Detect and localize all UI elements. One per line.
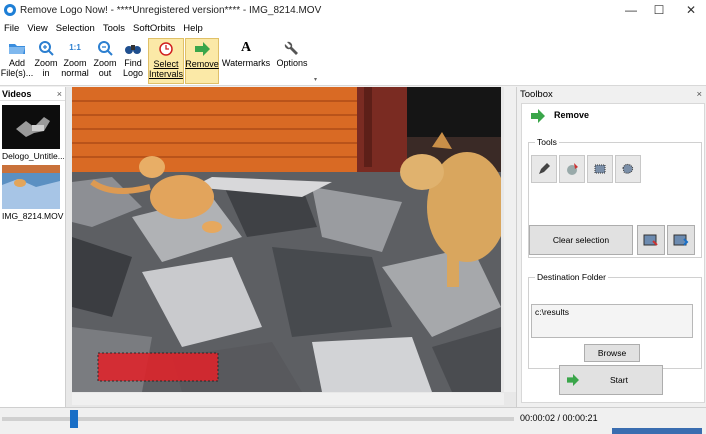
window-title: Remove Logo Now! - ****Unregistered vers…	[20, 4, 322, 16]
start-button[interactable]: Start	[559, 365, 663, 395]
taskbar-strip	[612, 428, 702, 434]
toolbox-header: Toolbox ×	[517, 87, 706, 101]
timeline-bar: 00:00:02 / 00:00:21	[0, 407, 706, 434]
pen-tool-button[interactable]	[531, 155, 557, 183]
folder-open-icon	[9, 44, 25, 54]
watermarks-button[interactable]: A Watermarks	[222, 38, 270, 84]
title-bar: Remove Logo Now! - ****Unregistered vers…	[0, 0, 706, 20]
logo-selection-rectangle	[97, 352, 219, 382]
videos-panel: Videos × Delogo_Untitle... IMG_8214.MOV	[0, 87, 66, 407]
video-viewer	[66, 87, 516, 407]
options-button[interactable]: Options	[274, 38, 310, 84]
timeline-track[interactable]	[2, 417, 514, 421]
save-selection-button[interactable]	[667, 225, 695, 255]
select-intervals-button[interactable]: Select Intervals	[148, 38, 184, 84]
load-mask-icon	[643, 234, 658, 246]
tools-group: Tools Clear selection	[528, 137, 702, 258]
menu-bar: File View Selection Tools SoftOrbits Hel…	[0, 20, 706, 36]
add-files-button[interactable]: Add File(s)...	[1, 38, 33, 84]
brush-icon	[567, 163, 578, 175]
green-arrow-icon	[567, 374, 579, 386]
video-list-item[interactable]: Delogo_Untitle...	[0, 101, 65, 161]
zoom-in-icon	[39, 41, 54, 56]
wrench-icon	[284, 41, 298, 55]
app-logo-icon	[4, 4, 16, 16]
browse-button[interactable]: Browse	[584, 344, 640, 362]
destination-label: Destination Folder	[535, 272, 608, 282]
video-item-label: Delogo_Untitle...	[2, 151, 64, 161]
menu-softorbits[interactable]: SoftOrbits	[133, 23, 175, 34]
lasso-tool-button[interactable]	[615, 155, 641, 183]
toolbox-panel: Toolbox × Remove Tools Clear selection D…	[516, 87, 706, 407]
zoom-out-icon	[98, 41, 113, 56]
destination-path-field[interactable]: c:\results	[531, 304, 693, 338]
menu-file[interactable]: File	[4, 23, 19, 34]
find-logo-button[interactable]: Find Logo	[120, 38, 146, 84]
remove-button[interactable]: Remove	[185, 38, 219, 84]
close-button[interactable]: ✕	[676, 0, 706, 20]
zoom-normal-icon: 1:1	[69, 43, 81, 52]
clear-selection-button[interactable]: Clear selection	[529, 225, 633, 255]
videos-panel-header: Videos ×	[0, 87, 65, 101]
menu-selection[interactable]: Selection	[56, 23, 95, 34]
video-list-item[interactable]: IMG_8214.MOV	[0, 161, 65, 221]
watermark-text-icon: A	[240, 40, 252, 55]
lasso-icon	[622, 163, 634, 174]
brush-tool-button[interactable]	[559, 155, 585, 183]
vertical-scrollbar[interactable]	[504, 87, 516, 392]
toolbox-content: Remove Tools Clear selection Destination…	[521, 103, 705, 403]
zoom-normal-button[interactable]: 1:1 Zoom normal	[60, 38, 90, 84]
menu-tools[interactable]: Tools	[103, 23, 125, 34]
videos-panel-close-icon[interactable]: ×	[57, 89, 62, 99]
zoom-out-button[interactable]: Zoom out	[92, 38, 118, 84]
green-arrow-icon	[531, 109, 545, 123]
green-arrow-icon	[195, 42, 210, 56]
start-label: Start	[610, 375, 628, 385]
rectangle-select-icon	[594, 164, 606, 174]
video-frame[interactable]	[72, 87, 501, 392]
toolbar: Add File(s)... Zoom in 1:1 Zoom normal Z…	[0, 36, 706, 86]
toolbar-grip-icon[interactable]: ▾	[314, 76, 318, 83]
binoculars-icon	[125, 45, 141, 54]
zoom-in-button[interactable]: Zoom in	[33, 38, 59, 84]
tools-label: Tools	[535, 137, 559, 147]
menu-help[interactable]: Help	[183, 23, 203, 34]
toolbox-title: Toolbox	[520, 88, 553, 100]
toolbox-close-icon[interactable]: ×	[696, 89, 702, 100]
videos-panel-title: Videos	[2, 88, 32, 99]
minimize-button[interactable]: —	[616, 0, 646, 20]
menu-view[interactable]: View	[27, 23, 47, 34]
rectangle-tool-button[interactable]	[587, 155, 613, 183]
load-selection-button[interactable]	[637, 225, 665, 255]
timeline-handle[interactable]	[69, 410, 78, 428]
clock-icon	[159, 42, 173, 56]
video-item-label: IMG_8214.MOV	[2, 211, 64, 221]
pencil-icon	[539, 163, 550, 174]
time-readout: 00:00:02 / 00:00:21	[520, 413, 598, 423]
maximize-button[interactable]: ☐	[644, 0, 674, 20]
horizontal-scrollbar[interactable]	[72, 393, 504, 405]
save-mask-icon	[673, 234, 689, 246]
video-thumbnail	[2, 105, 60, 149]
video-thumbnail	[2, 165, 60, 209]
section-title: Remove	[554, 110, 590, 120]
